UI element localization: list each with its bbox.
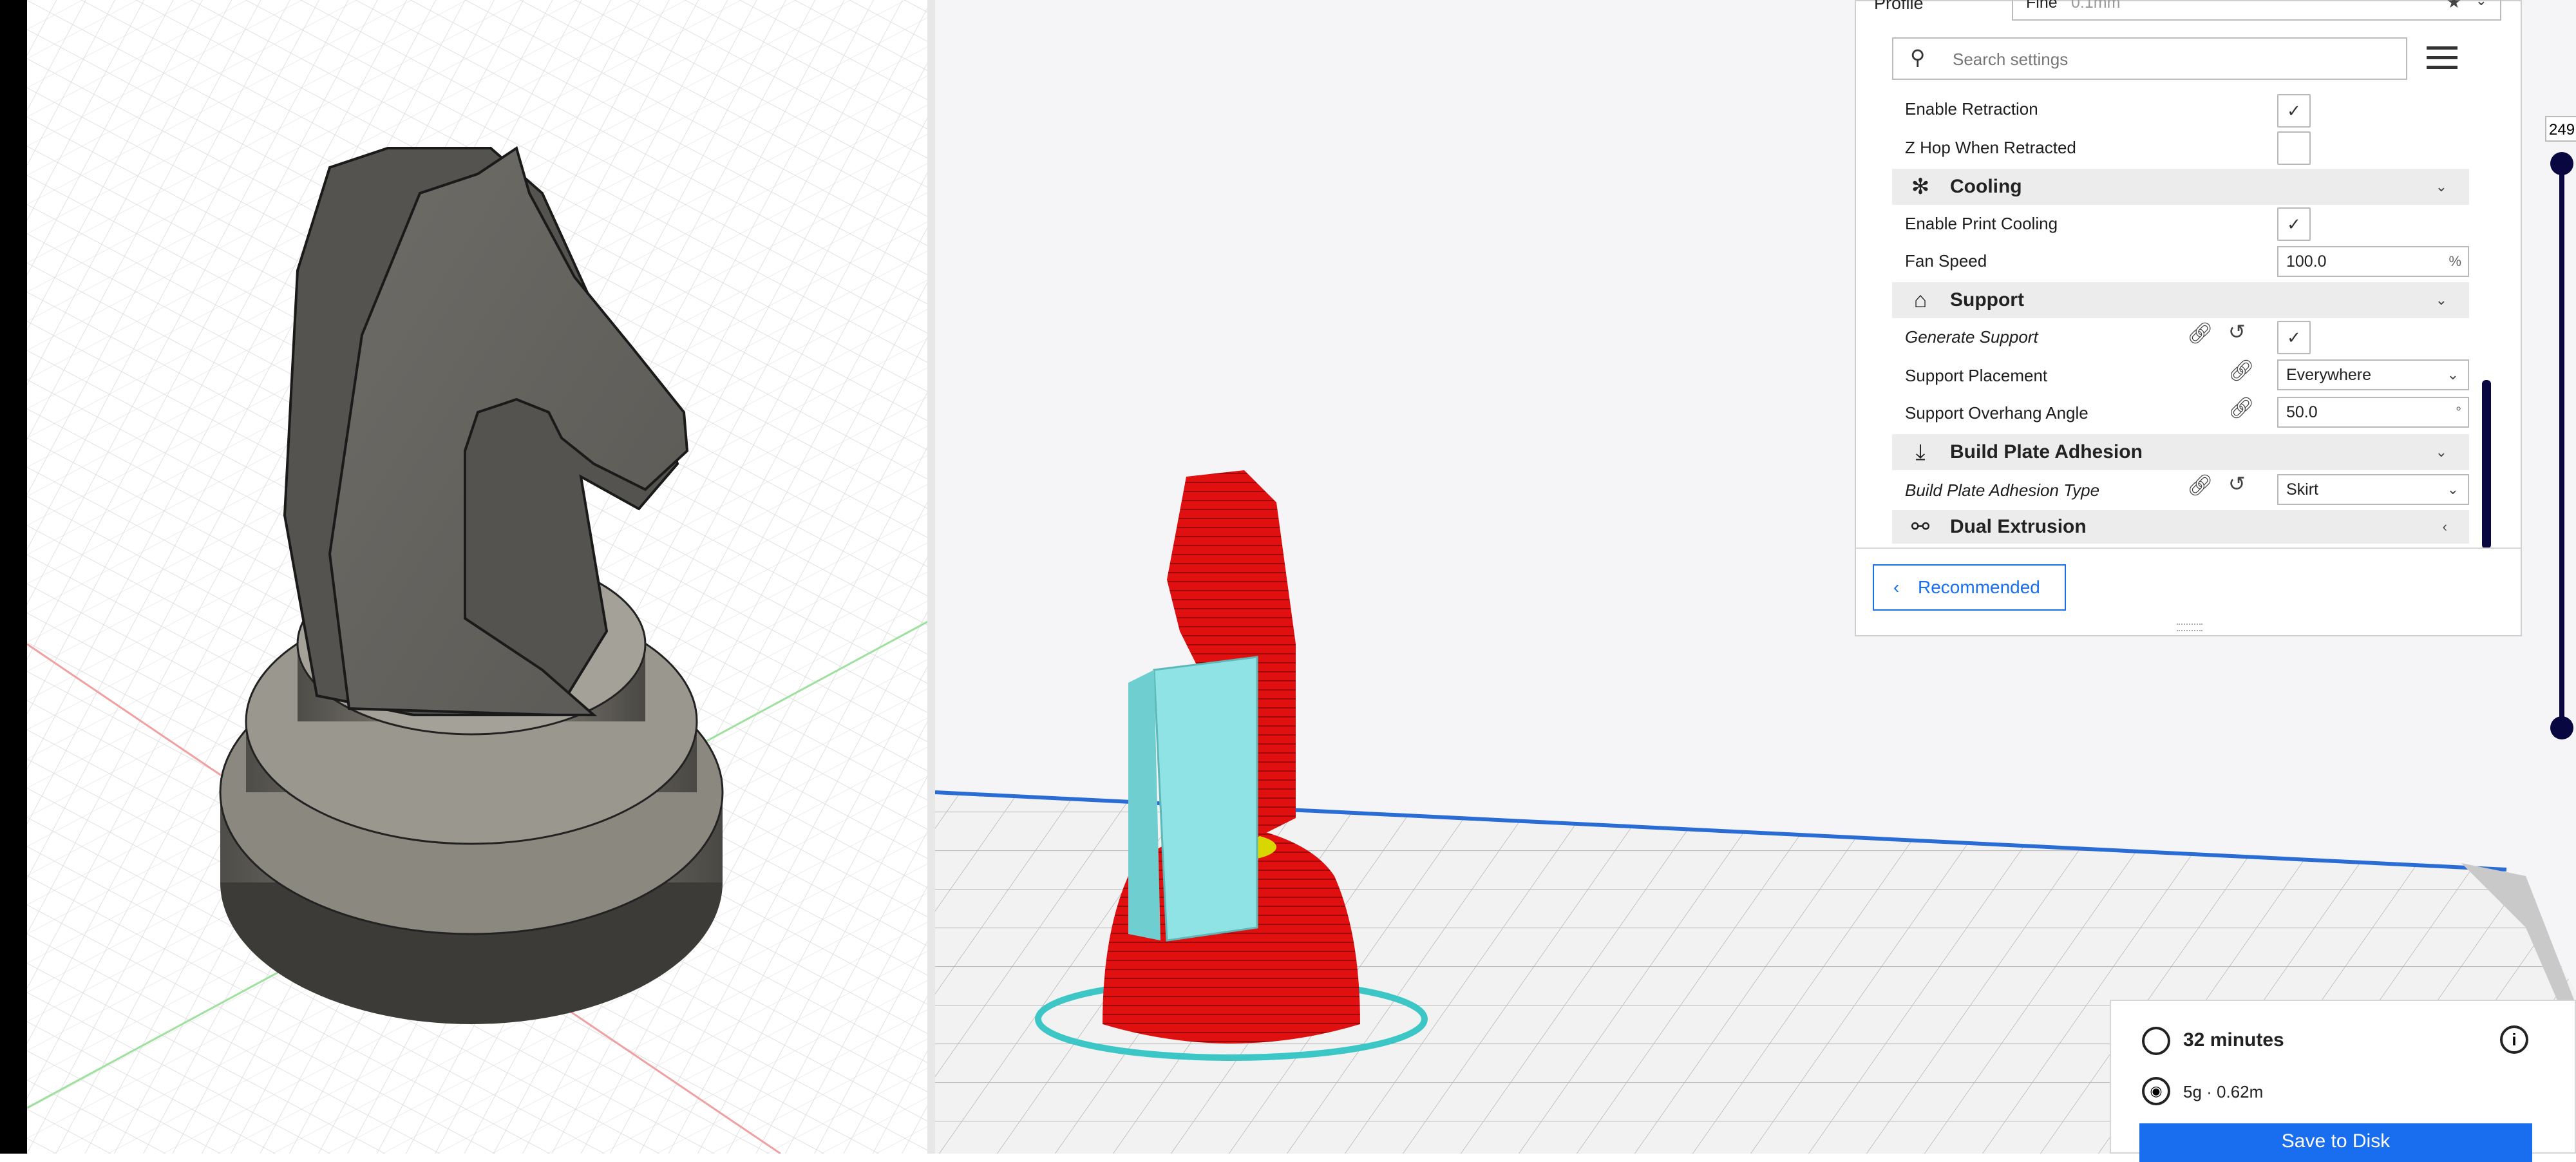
chevron-down-icon: ⌄	[2435, 178, 2447, 195]
generate-support-checkbox[interactable]: ✓	[2277, 321, 2311, 354]
category-dual-extrusion[interactable]: ⚯ Dual Extrusion ‹	[1892, 510, 2469, 544]
profile-layer-height: 0.1mm	[2071, 0, 2121, 12]
fan-speed-field[interactable]: 100.0 %	[2277, 246, 2469, 277]
dual-extrusion-icon: ⚯	[1911, 515, 1930, 539]
support-overhang-angle-field[interactable]: 50.0 °	[2277, 397, 2469, 428]
print-settings-panel: Profile Fine 0.1mm ★ ⌄ ⚲ Enable Retracti…	[1855, 0, 2522, 636]
link-icon[interactable]: 🔗︎	[2187, 473, 2213, 497]
category-support-label: Support	[1950, 289, 2024, 310]
category-dual-extrusion-label: Dual Extrusion	[1950, 516, 2087, 537]
viewport-divider[interactable]	[927, 0, 935, 1154]
star-icon[interactable]: ★	[2447, 0, 2461, 12]
category-cooling-label: Cooling	[1950, 176, 2022, 197]
adhesion-type-value: Skirt	[2286, 481, 2318, 499]
cad-grid	[27, 0, 934, 1154]
print-info-panel: 32 minutes i ◉ 5g · 0.62m Save to Disk	[2110, 1000, 2576, 1162]
generate-support-label: Generate Support	[1905, 327, 2038, 347]
support-icon: ⌂	[1913, 287, 1927, 312]
z-hop-checkbox[interactable]	[2277, 131, 2311, 165]
search-field[interactable]: ⚲	[1892, 37, 2407, 80]
profile-value: Fine	[2026, 0, 2058, 12]
layer-slider-bottom-handle[interactable]	[2550, 716, 2573, 739]
adhesion-icon: ⤓	[1915, 439, 1926, 464]
category-build-plate-adhesion-label: Build Plate Adhesion	[1950, 441, 2143, 462]
link-icon[interactable]: 🔗︎	[2228, 395, 2255, 420]
fan-icon: ✻	[1911, 175, 1930, 199]
chevron-down-icon: ⌄	[2475, 0, 2487, 8]
material-usage: 5g · 0.62m	[2183, 1082, 2264, 1101]
search-icon: ⚲	[1910, 46, 1926, 69]
support-placement-label: Support Placement	[1905, 366, 2048, 385]
layer-slider[interactable]: 249	[2545, 116, 2576, 747]
clock-icon	[2142, 1027, 2170, 1055]
support-overhang-unit: °	[2456, 404, 2461, 420]
save-to-disk-label: Save to Disk	[2281, 1130, 2391, 1152]
reset-icon[interactable]: ↺	[2228, 471, 2246, 496]
enable-retraction-checkbox[interactable]: ✓	[2277, 94, 2311, 128]
category-build-plate-adhesion[interactable]: ⤓ Build Plate Adhesion ⌄	[1892, 434, 2469, 470]
panel-separator	[1856, 548, 2521, 549]
settings-scrollbar[interactable]	[2482, 380, 2491, 549]
chevron-left-icon: ‹	[1893, 577, 1900, 597]
enable-print-cooling-label: Enable Print Cooling	[1905, 214, 2058, 233]
cad-viewport[interactable]	[0, 0, 934, 1154]
chevron-left-icon: ‹	[2442, 519, 2447, 535]
info-icon[interactable]: i	[2500, 1025, 2528, 1054]
fan-speed-unit: %	[2448, 253, 2461, 269]
category-support[interactable]: ⌂ Support ⌄	[1892, 282, 2469, 318]
resize-handle[interactable]	[2177, 624, 2202, 631]
profile-dropdown[interactable]: Fine 0.1mm ★ ⌄	[2012, 0, 2501, 21]
z-hop-label: Z Hop When Retracted	[1905, 138, 2076, 157]
support-overhang-angle-label: Support Overhang Angle	[1905, 403, 2088, 423]
link-icon[interactable]: 🔗︎	[2187, 321, 2213, 345]
settings-menu-icon[interactable]	[2427, 44, 2458, 70]
recommended-button[interactable]: ‹ Recommended	[1873, 564, 2066, 611]
reset-icon[interactable]: ↺	[2228, 319, 2246, 344]
spool-icon: ◉	[2142, 1077, 2170, 1105]
layer-slider-track	[2559, 161, 2564, 728]
search-input[interactable]	[1951, 45, 2392, 73]
chevron-down-icon: ⌄	[2435, 444, 2447, 460]
category-cooling[interactable]: ✻ Cooling ⌄	[1892, 169, 2469, 205]
enable-print-cooling-checkbox[interactable]: ✓	[2277, 207, 2311, 241]
link-icon[interactable]: 🔗︎	[2228, 358, 2255, 383]
profile-label: Profile	[1874, 0, 1924, 13]
save-to-disk-button[interactable]: Save to Disk	[2139, 1123, 2532, 1162]
support-overhang-value: 50.0	[2286, 403, 2318, 421]
support-placement-value: Everywhere	[2286, 366, 2371, 384]
adhesion-type-dropdown[interactable]: Skirt ⌄	[2277, 474, 2469, 505]
support-placement-dropdown[interactable]: Everywhere ⌄	[2277, 359, 2469, 390]
chevron-down-icon: ⌄	[2435, 292, 2447, 308]
print-time: 32 minutes	[2183, 1029, 2284, 1051]
adhesion-type-label: Build Plate Adhesion Type	[1905, 481, 2100, 500]
chevron-down-icon: ⌄	[2447, 481, 2459, 497]
enable-retraction-label: Enable Retraction	[1905, 99, 2038, 119]
fan-speed-label: Fan Speed	[1905, 251, 1987, 271]
layer-slider-value: 249	[2545, 116, 2576, 142]
recommended-button-label: Recommended	[1918, 577, 2040, 597]
fan-speed-value: 100.0	[2286, 252, 2327, 271]
layer-slider-top-handle[interactable]	[2550, 152, 2573, 175]
chevron-down-icon: ⌄	[2447, 367, 2459, 383]
